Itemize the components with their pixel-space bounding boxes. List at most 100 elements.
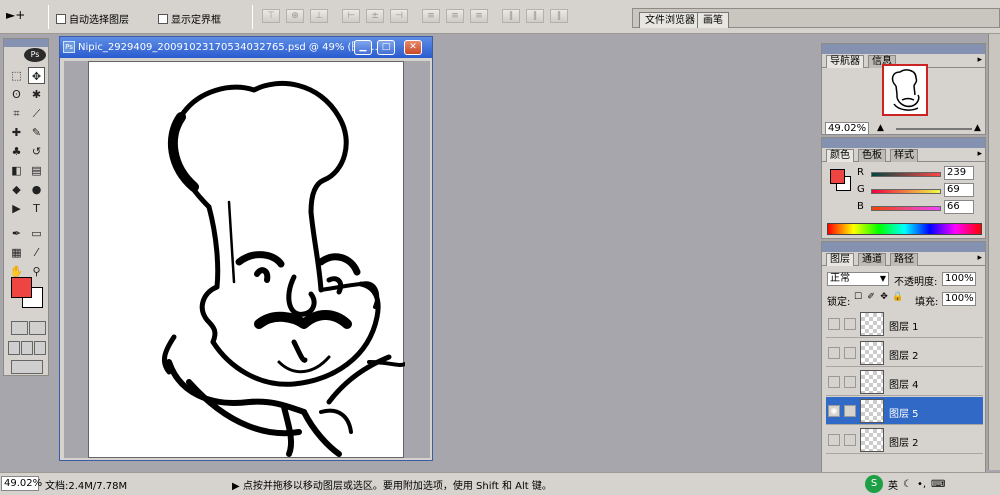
align-button[interactable]: ‖ (526, 9, 544, 23)
layer-row[interactable]: ◉ 图层 5 (826, 397, 983, 425)
eye-icon[interactable] (828, 376, 840, 388)
full-screen-menu-mode-button[interactable] (21, 341, 33, 355)
maximize-button[interactable]: □ (377, 40, 395, 55)
green-value-field[interactable]: 69 (944, 183, 974, 197)
green-slider[interactable] (871, 189, 941, 194)
blur-tool[interactable]: ◆ (8, 181, 25, 198)
checkbox-box[interactable] (158, 13, 168, 24)
magic-wand-tool[interactable]: ✱ (28, 86, 45, 103)
navigator-zoom-slider[interactable] (896, 128, 972, 130)
align-button[interactable]: ‖ (502, 9, 520, 23)
auto-select-layer-checkbox[interactable]: 自动选择图层 (56, 11, 129, 26)
opacity-field[interactable]: 100% (942, 272, 976, 286)
align-button[interactable]: ⊕ (286, 9, 304, 23)
align-button[interactable]: ⊣ (390, 9, 408, 23)
panel-menu-icon[interactable]: ▸ (977, 149, 982, 159)
crop-tool[interactable]: ⌗ (8, 105, 25, 122)
layers-titlebar[interactable] (822, 242, 985, 252)
stamp-tool[interactable]: ♣ (8, 143, 25, 160)
align-button[interactable]: ± (366, 9, 384, 23)
path-selection-tool[interactable]: ▶ (8, 200, 25, 217)
standard-screen-mode-button[interactable] (8, 341, 20, 355)
blend-mode-select[interactable]: 正常 ▼ (827, 272, 889, 286)
type-tool[interactable]: T (28, 200, 45, 217)
lock-all-icon[interactable]: 🔒 (892, 292, 903, 302)
document-titlebar[interactable]: Ps Nipic_2929409_20091023170534032765.ps… (60, 37, 432, 58)
layer-thumbnail[interactable] (860, 370, 884, 394)
lock-image-icon[interactable]: ✐ (866, 292, 876, 302)
checkbox-box[interactable] (56, 13, 66, 24)
punctuation-icon[interactable]: •, (917, 479, 926, 490)
layer-link-cell[interactable] (844, 347, 856, 359)
lasso-tool[interactable]: ʘ (8, 86, 25, 103)
eye-icon[interactable] (828, 434, 840, 446)
navigator-titlebar[interactable] (822, 44, 985, 54)
tab-layers[interactable]: 图层 (826, 253, 854, 266)
move-tool-preset-icon[interactable]: ►+ (6, 8, 40, 26)
eye-icon[interactable] (828, 347, 840, 359)
red-value-field[interactable]: 239 (944, 166, 974, 180)
panel-menu-icon[interactable]: ▸ (977, 253, 982, 263)
color-spectrum-ramp[interactable] (827, 223, 982, 235)
keyboard-icon[interactable]: ⌨ (931, 479, 945, 490)
close-button[interactable]: ✕ (404, 40, 422, 55)
brushes-tab[interactable]: 画笔 (697, 12, 729, 28)
move-tool[interactable]: ✥ (28, 67, 45, 84)
slice-tool[interactable]: ⟋ (28, 105, 45, 122)
align-button[interactable]: ≡ (422, 9, 440, 23)
ime-icon[interactable]: S (865, 475, 883, 493)
quick-mask-mode-button[interactable] (29, 321, 46, 335)
notes-tool[interactable]: ▦ (8, 244, 25, 261)
red-slider[interactable] (871, 172, 941, 177)
layer-thumbnail[interactable] (860, 399, 884, 423)
pen-tool[interactable]: ✒ (8, 225, 25, 242)
eyedropper-tool[interactable]: ⁄ (28, 244, 45, 261)
align-button[interactable]: ⊢ (342, 9, 360, 23)
panel-menu-icon[interactable]: ▸ (977, 55, 982, 65)
tab-navigator[interactable]: 导航器 (826, 55, 864, 68)
align-button[interactable]: ‖ (550, 9, 568, 23)
align-button[interactable]: ≡ (470, 9, 488, 23)
tab-channels[interactable]: 通道 (858, 253, 886, 266)
layer-row[interactable]: 图层 2 (826, 339, 983, 367)
shape-tool[interactable]: ▭ (28, 225, 45, 242)
image-canvas[interactable] (88, 61, 407, 458)
navigator-thumbnail[interactable] (882, 64, 928, 116)
standard-mode-button[interactable] (11, 321, 28, 335)
dodge-tool[interactable]: ● (28, 181, 45, 198)
eye-icon[interactable]: ◉ (828, 405, 840, 417)
align-button[interactable]: ≡ (446, 9, 464, 23)
full-screen-mode-button[interactable] (34, 341, 46, 355)
history-brush-tool[interactable]: ↺ (28, 143, 45, 160)
brush-tool[interactable]: ✎ (28, 124, 45, 141)
gradient-tool[interactable]: ▤ (28, 162, 45, 179)
ime-language-indicator[interactable]: 英 (888, 477, 898, 492)
status-zoom-field[interactable]: 49.02% (1, 476, 42, 491)
tab-styles[interactable]: 样式 (890, 149, 918, 162)
foreground-color-swatch[interactable] (11, 277, 32, 298)
blue-value-field[interactable]: 66 (944, 200, 974, 214)
tab-color[interactable]: 颜色 (826, 149, 854, 162)
minimize-button[interactable]: ▁ (354, 40, 372, 55)
file-browser-tab[interactable]: 文件浏览器 (639, 12, 701, 28)
blue-slider[interactable] (871, 206, 941, 211)
tab-paths[interactable]: 路径 (890, 253, 918, 266)
moon-icon[interactable]: ☾ (903, 479, 912, 490)
fill-field[interactable]: 100% (942, 292, 976, 306)
jump-to-imageready-button[interactable] (11, 360, 43, 374)
layer-thumbnail[interactable] (860, 428, 884, 452)
color-fg-swatch[interactable] (830, 169, 845, 184)
tab-swatches[interactable]: 色板 (858, 149, 886, 162)
layer-link-cell[interactable] (844, 405, 856, 417)
eraser-tool[interactable]: ◧ (8, 162, 25, 179)
eye-icon[interactable] (828, 318, 840, 330)
layer-link-cell[interactable] (844, 434, 856, 446)
layer-thumbnail[interactable] (860, 312, 884, 336)
layer-thumbnail[interactable] (860, 341, 884, 365)
photoshop-logo-icon[interactable]: Ps (24, 48, 46, 62)
lock-transparency-icon[interactable]: ☐ (853, 292, 863, 302)
navigator-zoom-field[interactable]: 49.02% (825, 122, 869, 135)
color-titlebar[interactable] (822, 138, 985, 148)
show-bounding-box-checkbox[interactable]: 显示定界框 (158, 11, 221, 26)
layer-row[interactable]: 图层 1 (826, 310, 983, 338)
